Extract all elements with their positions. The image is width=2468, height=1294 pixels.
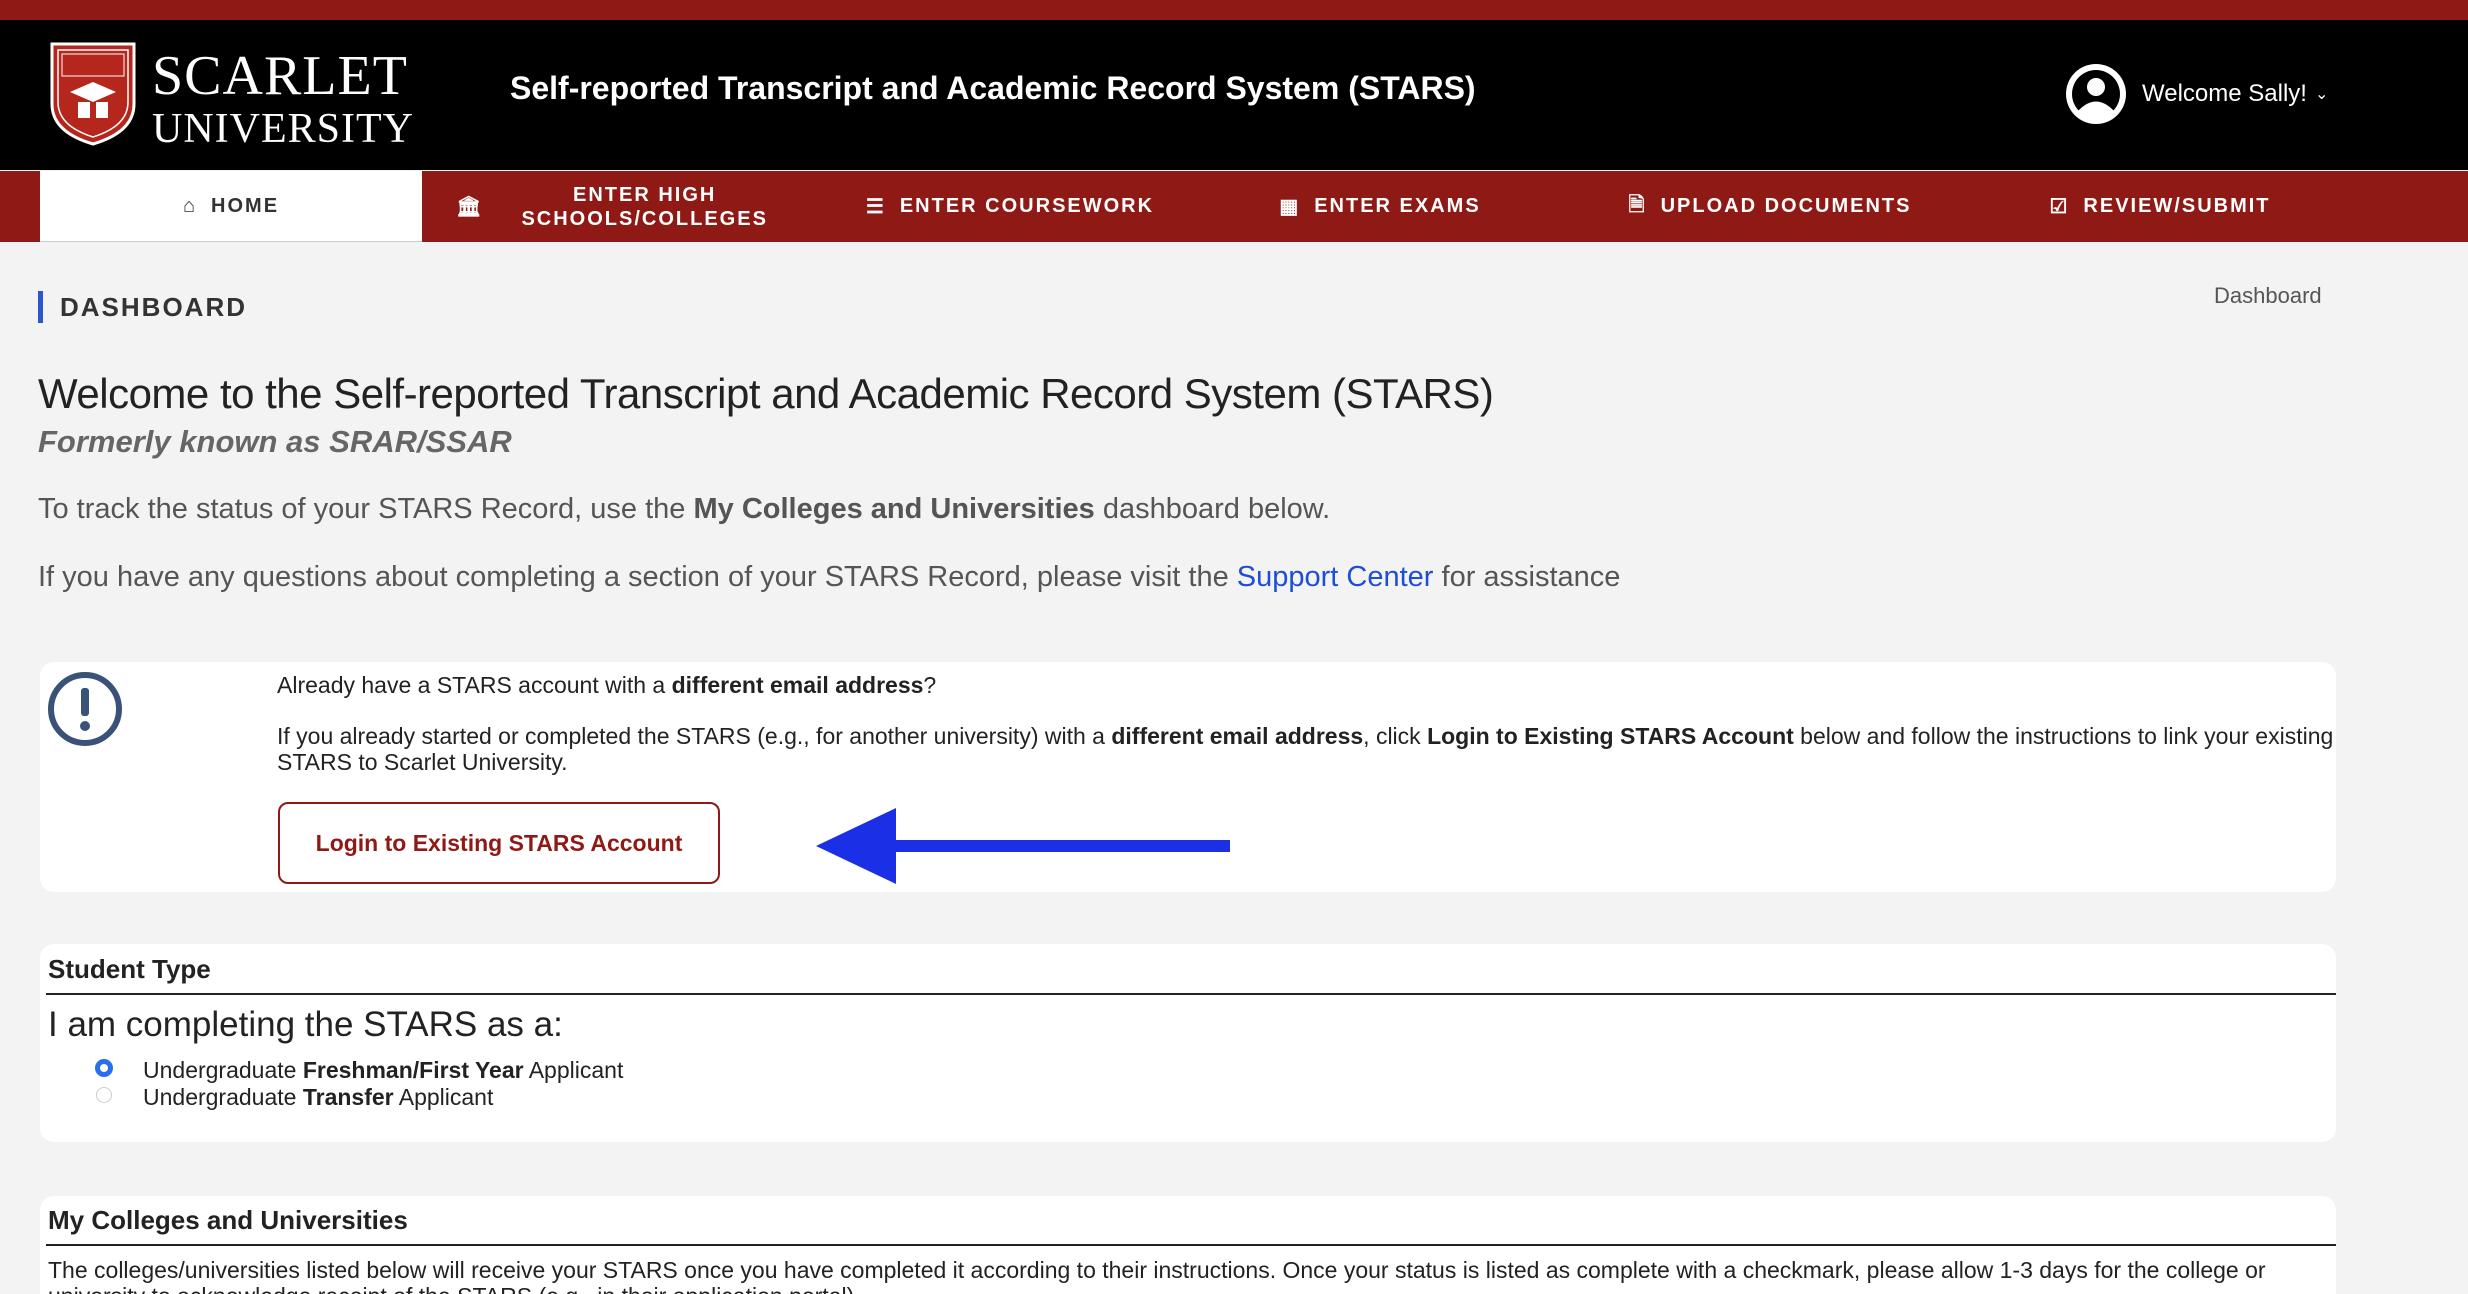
- intro1-post: dashboard below.: [1094, 493, 1331, 525]
- login-existing-account-button[interactable]: Login to Existing STARS Account: [278, 802, 720, 884]
- section-label: DASHBOARD: [38, 291, 247, 323]
- institution-icon: 🏛: [456, 196, 484, 218]
- existing-line1-bold: different email address: [671, 672, 924, 698]
- colleges-description: The colleges/universities listed below w…: [48, 1257, 2266, 1294]
- radio-freshman[interactable]: [96, 1059, 112, 1076]
- arrow-left-icon: [816, 808, 1230, 884]
- intro1-pre: To track the status of your STARS Record…: [38, 493, 694, 525]
- nav-tab-schools-line2: SCHOOLS/COLLEGES: [521, 207, 768, 230]
- student-type-divider: [46, 993, 2336, 995]
- colleges-divider: [46, 1244, 2336, 1246]
- option-freshman[interactable]: Undergraduate Freshman/First Year Applic…: [96, 1057, 623, 1084]
- option-freshman-post: Applicant: [523, 1057, 624, 1083]
- main-nav: ⌂ HOME 🏛 ENTER HIGH SCHOOLS/COLLEGES ☰ E…: [0, 171, 2468, 242]
- user-menu[interactable]: Welcome Sally! ⌄: [2064, 62, 2328, 126]
- existing-line1-post: ?: [923, 672, 937, 698]
- alert-circle-icon: [48, 672, 122, 746]
- existing-account-instructions: If you already started or completed the …: [277, 723, 2337, 775]
- university-shield-logo-icon[interactable]: [48, 40, 138, 148]
- intro2-post: for assistance: [1433, 561, 1621, 593]
- option-freshman-pre: Undergraduate: [143, 1057, 303, 1083]
- nav-tab-upload[interactable]: 🗎 UPLOAD DOCUMENTS: [1600, 171, 1940, 242]
- user-greeting[interactable]: Welcome Sally!: [2142, 80, 2307, 108]
- support-center-link[interactable]: Support Center: [1237, 561, 1434, 593]
- table-icon: ▦: [1279, 196, 1301, 218]
- nav-tab-review-label: REVIEW/SUBMIT: [2083, 195, 2271, 217]
- option-transfer-pre: Undergraduate: [143, 1084, 303, 1110]
- user-circle-icon: [2066, 64, 2126, 124]
- intro2-pre: If you have any questions about completi…: [38, 561, 1237, 593]
- existing-account-question: Already have a STARS account with a diff…: [277, 672, 936, 699]
- option-transfer-label: Undergraduate Transfer Applicant: [143, 1084, 493, 1111]
- nav-tab-exams[interactable]: ▦ ENTER EXAMS: [1230, 171, 1530, 242]
- nav-tab-exams-label: ENTER EXAMS: [1314, 195, 1481, 217]
- nav-tab-coursework-label: ENTER COURSEWORK: [899, 195, 1155, 217]
- existing-line2-b: different email address: [1111, 723, 1364, 749]
- option-freshman-bold: Freshman/First Year: [302, 1057, 524, 1083]
- page-title: Welcome to the Self-reported Transcript …: [38, 370, 1494, 417]
- top-accent-strip: [0, 0, 2468, 20]
- brand-line1: SCARLET: [152, 45, 408, 107]
- radio-transfer[interactable]: [96, 1086, 112, 1103]
- existing-line1-pre: Already have a STARS account with a: [277, 672, 672, 698]
- nav-tab-coursework[interactable]: ☰ ENTER COURSEWORK: [820, 171, 1200, 242]
- option-transfer-bold: Transfer: [302, 1084, 394, 1110]
- page-subtitle: Formerly known as SRAR/SSAR: [38, 424, 512, 459]
- brand-line2: UNIVERSITY: [152, 106, 414, 152]
- home-icon: ⌂: [182, 194, 198, 217]
- breadcrumb: Dashboard: [2214, 283, 2322, 308]
- intro-paragraph-1: To track the status of your STARS Record…: [38, 493, 1330, 526]
- nav-tab-upload-label: UPLOAD DOCUMENTS: [1660, 195, 1912, 217]
- nav-tab-review[interactable]: ☑ REVIEW/SUBMIT: [2010, 171, 2310, 242]
- student-type-title: Student Type: [48, 954, 211, 984]
- option-freshman-label: Undergraduate Freshman/First Year Applic…: [143, 1057, 623, 1084]
- chevron-down-icon[interactable]: ⌄: [2315, 84, 2328, 104]
- option-transfer[interactable]: Undergraduate Transfer Applicant: [96, 1084, 493, 1111]
- intro-paragraph-2: If you have any questions about completi…: [38, 561, 1620, 594]
- brand-wordmark: SCARLET UNIVERSITY: [152, 48, 414, 150]
- existing-line2-d: Login to Existing STARS Account: [1427, 723, 1794, 749]
- site-header: SCARLET UNIVERSITY Self-reported Transcr…: [0, 20, 2468, 170]
- nav-tab-schools-line1: ENTER HIGH: [573, 183, 717, 206]
- student-type-question: I am completing the STARS as a:: [48, 1005, 563, 1044]
- colleges-title: My Colleges and Universities: [48, 1205, 408, 1235]
- nav-tab-home[interactable]: ⌂ HOME: [40, 171, 422, 242]
- existing-line2-a: If you already started or completed the …: [277, 723, 1112, 749]
- document-icon: 🗎: [1628, 193, 1647, 216]
- list-icon: ☰: [865, 196, 886, 218]
- app-title: Self-reported Transcript and Academic Re…: [510, 70, 1476, 106]
- check-square-icon: ☑: [2049, 196, 2070, 218]
- nav-tab-schools[interactable]: 🏛 ENTER HIGH SCHOOLS/COLLEGES: [422, 171, 802, 242]
- intro1-bold: My Colleges and Universities: [693, 493, 1095, 525]
- existing-line2-c: , click: [1363, 723, 1428, 749]
- option-transfer-post: Applicant: [393, 1084, 494, 1110]
- nav-tab-schools-label: ENTER HIGH SCHOOLS/COLLEGES: [521, 183, 767, 231]
- nav-tab-home-label: HOME: [211, 194, 280, 217]
